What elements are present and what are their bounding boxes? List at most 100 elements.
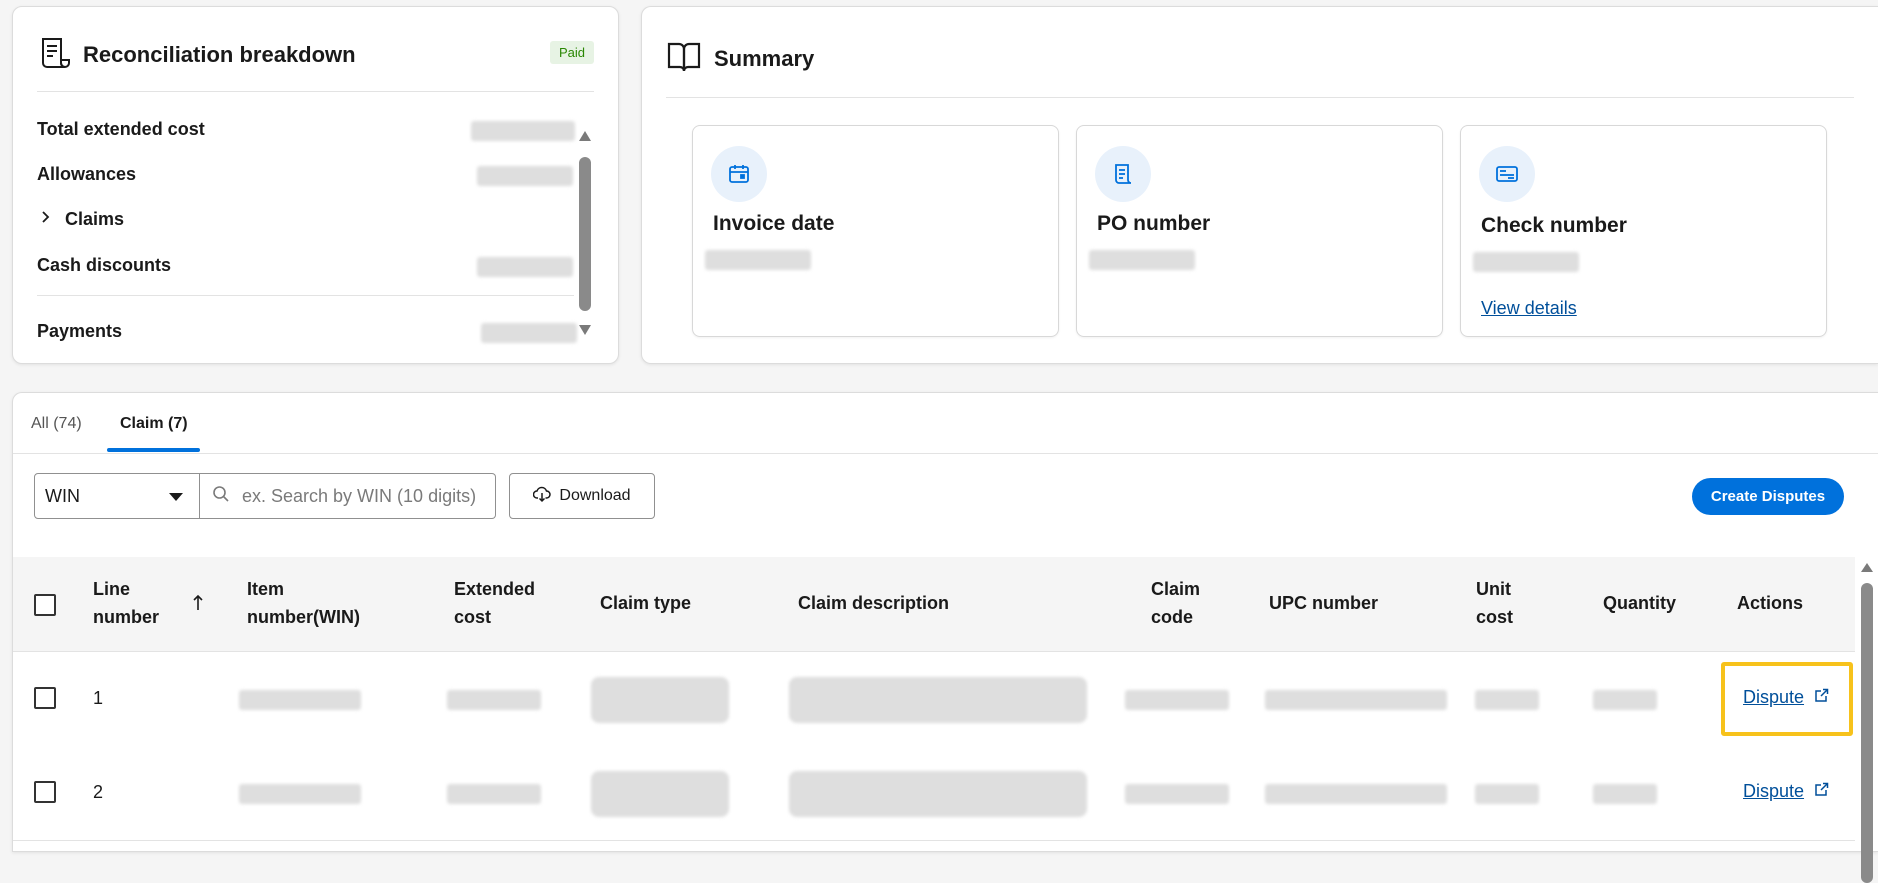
redacted-claim-code [1125,690,1229,710]
col-claim-description: Claim description [798,593,950,613]
row-cash-discounts: Cash discounts [37,255,172,275]
tab-all[interactable]: All (74) [31,415,82,433]
scroll-up-icon[interactable] [1861,563,1873,572]
col-unit-cost-line2: cost [1476,607,1514,627]
search-icon [212,485,230,508]
table-row: 1 Dispute [13,652,1855,747]
select-all-checkbox[interactable] [34,594,56,616]
redacted-value [1473,252,1579,272]
redacted-unit-cost [1475,784,1539,804]
scrollbar-thumb[interactable] [1861,583,1873,883]
download-label: Download [559,487,631,504]
search-input[interactable] [240,484,483,508]
redacted-upc-number [1265,690,1447,710]
table-scrollbar[interactable] [1856,559,1878,883]
col-upc-number: UPC number [1269,593,1379,613]
tab-claim[interactable]: Claim (7) [120,415,188,433]
col-line-number[interactable]: Line number [93,575,159,631]
table-header: Line number Item number(WIN) Extended co… [13,557,1855,652]
redacted-claim-type [591,771,729,817]
po-number-card: PO number [1076,125,1443,337]
redacted-value [471,121,575,141]
caret-down-icon [169,493,183,501]
redacted-value [477,257,573,277]
reconciliation-header: Reconciliation breakdown Paid [37,35,594,75]
invoice-date-card: Invoice date [692,125,1059,337]
view-details-link[interactable]: View details [1481,298,1577,319]
sort-ascending-icon[interactable] [191,594,205,617]
divider [666,97,1854,98]
col-claim-code-line2: code [1151,607,1194,627]
download-button[interactable]: Download [509,473,655,519]
col-actions: Actions [1737,593,1804,613]
chevron-right-icon [37,209,53,230]
document-icon [1095,146,1151,202]
redacted-item-number [239,784,361,804]
table-row: 2 Dispute [13,746,1855,841]
col-claim-code-line1: Claim [1151,579,1201,599]
col-item-number: Item number(WIN) [247,575,360,631]
summary-card: Summary Invoice date PO number Check num… [641,6,1878,364]
dispute-label: Dispute [1743,781,1805,801]
check-number-label: Check number [1481,214,1627,237]
create-disputes-button[interactable]: Create Disputes [1692,478,1844,515]
redacted-quantity [1593,784,1657,804]
redacted-claim-type [591,677,729,723]
col-quantity: Quantity [1603,593,1677,613]
row-claims: Claims [65,209,125,229]
col-extended-cost: Extended cost [454,575,535,631]
divider [37,91,594,92]
scroll-down-icon[interactable] [579,325,591,335]
redacted-value [1089,250,1195,270]
search-box [200,473,496,519]
col-extended-cost-line2: cost [454,607,492,627]
claims-table-card: All (74) Claim (7) WIN Download Create D… [12,392,1878,883]
col-unit-cost-line1: Unit [1476,579,1511,599]
receipt-icon [37,36,71,75]
col-claim-code: Claim code [1151,575,1200,631]
cell-line-number: 2 [93,782,104,802]
row-payments: Payments [37,321,123,341]
scroll-up-icon[interactable] [579,131,591,141]
col-line-number-line2: number [93,607,160,627]
divider [37,295,574,296]
reconciliation-title: Reconciliation breakdown [83,42,356,67]
col-claim-type: Claim type [600,593,692,613]
row-checkbox[interactable] [34,687,56,709]
check-number-card: Check number View details [1460,125,1827,337]
summary-title: Summary [714,46,815,71]
claims-expander[interactable]: Claims [37,209,124,230]
external-link-icon [1814,781,1829,802]
redacted-value [705,250,811,270]
external-link-icon [1814,687,1829,708]
redacted-value [481,323,577,343]
redacted-extended-cost [447,784,541,804]
cell-line-number: 1 [93,688,104,708]
scrollbar-thumb[interactable] [579,157,591,311]
reconciliation-card: Reconciliation breakdown Paid Total exte… [12,6,619,364]
dispute-label: Dispute [1743,687,1805,707]
redacted-value [477,166,573,186]
dispute-link[interactable]: Dispute [1743,687,1829,708]
book-icon [666,40,702,79]
row-checkbox[interactable] [34,781,56,803]
toolbar: WIN Download [34,473,655,519]
tab-bar: All (74) Claim (7) [13,393,1878,454]
redacted-unit-cost [1475,690,1539,710]
col-line-number-line1: Line [93,579,131,599]
col-extended-cost-line1: Extended [454,579,536,599]
calendar-icon [711,146,767,202]
row-allowances: Allowances [37,164,137,184]
redacted-item-number [239,690,361,710]
scrollbar[interactable] [578,125,592,341]
search-field-select[interactable]: WIN [34,473,200,519]
active-tab-indicator [107,448,200,452]
dispute-link[interactable]: Dispute [1743,781,1829,802]
invoice-date-label: Invoice date [713,212,835,235]
redacted-claim-description [789,677,1087,723]
col-unit-cost: Unit cost [1476,575,1513,631]
row-total-extended-cost: Total extended cost [37,119,205,139]
col-item-number-line2: number(WIN) [247,607,360,627]
check-icon [1479,146,1535,202]
po-number-label: PO number [1097,212,1211,235]
